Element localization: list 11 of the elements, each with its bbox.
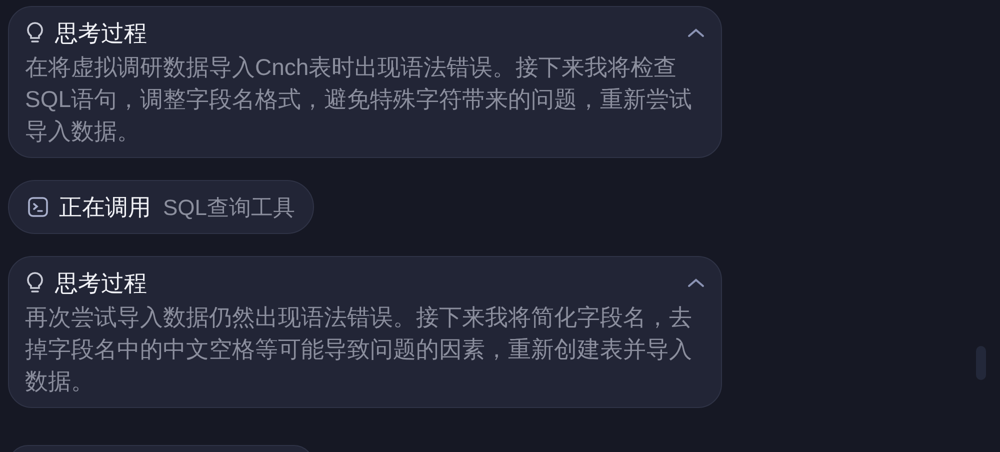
- status-label: 正在调用: [59, 192, 151, 222]
- lightbulb-icon: [25, 21, 45, 45]
- card-title: 思考过程: [55, 269, 147, 297]
- terminal-icon: [27, 196, 49, 218]
- lightbulb-icon: [25, 271, 45, 295]
- chevron-up-icon[interactable]: [687, 277, 705, 289]
- card-title: 思考过程: [55, 19, 147, 47]
- thought-text: 在将虚拟调研数据导入Cnch表时出现语法错误。接下来我将检查SQL语句，调整字段名格式，避免特殊字符带来的问题，重新尝试导入数据。: [25, 53, 694, 146]
- tool-name: SQL查询工具: [163, 194, 296, 222]
- thought-text: 再次尝试导入数据仍然出现语法错误。接下来我将简化字段名，去掉字段名中的中文空格等可能导致问题的因素，重新创建表并导入数据。: [25, 303, 693, 396]
- chevron-up-icon[interactable]: [687, 27, 705, 39]
